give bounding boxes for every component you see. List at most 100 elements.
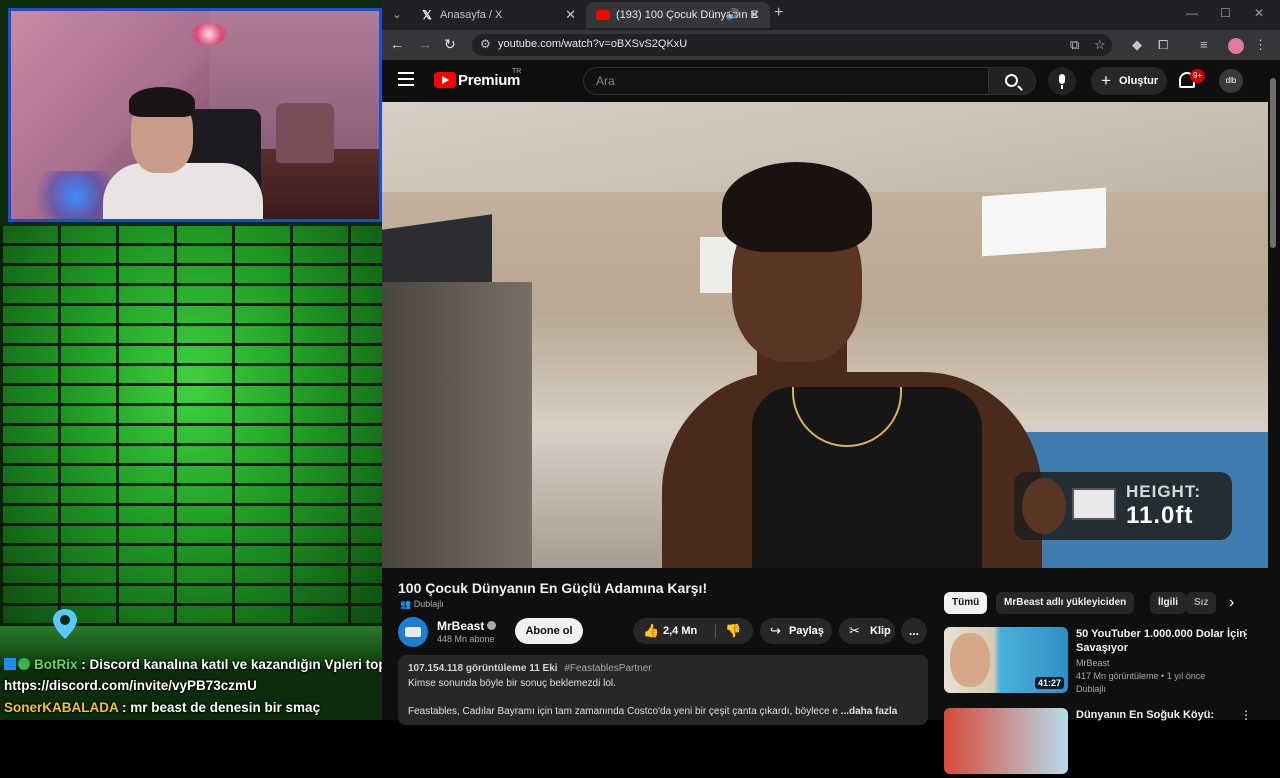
video-thumbnail[interactable]: 41:27 (944, 627, 1068, 693)
chip-related[interactable]: İlgili (1150, 592, 1186, 614)
divider (715, 624, 716, 638)
plus-icon: + (1101, 71, 1111, 90)
description-line: Feastables, Cadılar Bayramı için tam zam… (408, 706, 897, 717)
extensions-puzzle-icon[interactable]: ⧠ (1158, 37, 1168, 53)
voice-search-icon[interactable] (1048, 67, 1076, 95)
share-button[interactable]: ↪ Paylaş (760, 618, 832, 644)
thumbs-down-icon[interactable]: 👎 (725, 618, 741, 644)
chip-from-uploader[interactable]: MrBeast adlı yükleyiciden (996, 592, 1135, 614)
dubbed-text: Dublajlı (413, 599, 444, 609)
height-overlay: HEIGHT: 11.0ft (1014, 472, 1232, 540)
overlay-face (1022, 478, 1066, 534)
url-text[interactable]: youtube.com/watch?v=oBXSvS2QKxU (498, 38, 687, 50)
share-icon: ↪ (770, 623, 781, 638)
reload-icon[interactable]: ↻ (444, 36, 456, 53)
hashtag-link[interactable]: #FeastablesPartner (564, 663, 651, 674)
install-app-icon[interactable]: ⧉ (1070, 37, 1079, 53)
streamer (103, 87, 263, 219)
tab-bar: ⌄ 𝕏 Anasayfa / X ✕ (193) 100 Çocuk Dünya… (382, 0, 1280, 30)
subscribe-button[interactable]: Abone ol (515, 618, 583, 644)
like-button[interactable]: 👍 2,4 Mn 👎 (633, 618, 753, 644)
scrollbar-thumb[interactable] (1270, 78, 1276, 248)
webcam-armchair (276, 103, 334, 163)
description-meta: 107.154.118 görüntüleme 11 Eki #Feastabl… (408, 663, 652, 674)
speaker-icon[interactable]: 🔊 (726, 2, 740, 28)
video-player[interactable]: HEIGHT: 11.0ft (382, 102, 1268, 568)
chat-username: BotRix (34, 657, 78, 672)
search-icon (1005, 74, 1018, 87)
browser-menu-icon[interactable]: ⋮ (1254, 37, 1267, 53)
close-tab-icon[interactable]: ✕ (749, 2, 760, 28)
chat-text: : Discord kanalına katıl ve kazandığın V… (81, 657, 382, 672)
more-actions-button[interactable]: ... (901, 618, 927, 644)
search-input[interactable] (596, 73, 966, 89)
athlete-hair (722, 162, 872, 252)
recommended-video[interactable]: Dünyanın En Soğuk Köyü: ⋮ (944, 708, 1260, 778)
scissors-icon: ✂ (849, 623, 860, 638)
profile-avatar[interactable] (1228, 38, 1244, 54)
more-options-icon[interactable]: ⋮ (1240, 627, 1252, 641)
youtube-logo-icon[interactable] (434, 72, 456, 88)
maximize-icon[interactable]: ☐ (1220, 6, 1231, 20)
chevron-right-icon[interactable]: › (1229, 594, 1234, 612)
close-tab-icon[interactable]: ✕ (565, 2, 576, 28)
chip-all[interactable]: Tümü (944, 592, 988, 614)
video-thumbnail[interactable] (944, 708, 1068, 774)
webcam-feed (8, 8, 382, 222)
channel-avatar[interactable] (398, 617, 428, 647)
green-brick-background (0, 226, 382, 626)
video-duration: 41:27 (1034, 677, 1064, 689)
recommended-video[interactable]: 41:27 50 YouTuber 1.000.000 Dolar İçin S… (944, 627, 1260, 697)
extension-diamond-icon[interactable]: ◆ (1132, 37, 1142, 53)
new-tab-icon[interactable]: + (774, 4, 783, 22)
rec-title[interactable]: 50 YouTuber 1.000.000 Dolar İçin Savaşıy… (1076, 627, 1246, 655)
notification-count: 9+ (1190, 69, 1206, 83)
show-more-link[interactable]: ...daha fazla (841, 706, 898, 717)
minimize-icon[interactable]: — (1186, 6, 1198, 20)
description-box[interactable]: 107.154.118 görüntüleme 11 Eki #Feastabl… (398, 655, 928, 725)
rec-channel[interactable]: MrBeast (1076, 658, 1110, 668)
omnibox[interactable]: ⚙ youtube.com/watch?v=oBXSvS2QKxU (472, 34, 1112, 56)
like-count: 2,4 Mn (663, 625, 698, 637)
menu-icon[interactable] (398, 72, 414, 86)
bookmark-star-icon[interactable]: ☆ (1094, 37, 1106, 53)
forward-icon[interactable]: → (418, 36, 432, 52)
tab-youtube[interactable]: (193) 100 Çocuk Dünyanın E 🔊 ✕ (586, 2, 770, 28)
media-control-icon[interactable]: ≡ (1200, 37, 1208, 52)
thumbnail-face (950, 633, 990, 687)
browser-window: ⌄ 𝕏 Anasayfa / X ✕ (193) 100 Çocuk Dünya… (382, 0, 1280, 774)
webcam-lamp (191, 23, 227, 45)
close-window-icon[interactable]: ✕ (1254, 6, 1264, 20)
clip-button[interactable]: ✂ Klip (839, 618, 895, 644)
tab-search-icon[interactable]: ⌄ (388, 6, 406, 24)
search-button[interactable] (988, 67, 1036, 95)
search-box[interactable] (583, 67, 989, 95)
thumbs-up-icon: 👍 (643, 623, 660, 638)
clip-label: Klip (870, 625, 891, 637)
video-title: 100 Çocuk Dünyanın En Güçlü Adamına Karş… (398, 580, 708, 596)
channel-name[interactable]: MrBeast (437, 619, 497, 633)
streamer-hair (129, 87, 195, 117)
upload-date: 11 Eki (529, 663, 558, 674)
address-bar: ← → ↻ ⚙ youtube.com/watch?v=oBXSvS2QKxU … (382, 30, 1280, 60)
chat-username: SonerKABALADA (4, 700, 119, 715)
athlete (652, 162, 1072, 568)
gym-wall (382, 282, 532, 568)
tab-label: Anasayfa / X (440, 9, 503, 21)
description-text: Feastables, Cadılar Bayramı için tam zam… (408, 706, 838, 717)
chat-message: BotRix : Discord kanalına katıl ve kazan… (4, 657, 382, 672)
create-button[interactable]: + Oluştur (1091, 67, 1167, 95)
channel-name-text[interactable]: MrBeast (437, 619, 484, 633)
site-info-icon[interactable]: ⚙ (480, 37, 491, 51)
chip-for-you[interactable]: Sız (1186, 592, 1216, 614)
tab-x[interactable]: 𝕏 Anasayfa / X ✕ (410, 2, 586, 28)
filter-chips: Tümü MrBeast adlı yükleyiciden İlgili Sı… (944, 592, 1244, 614)
share-label: Paylaş (789, 625, 824, 637)
basketball-hoop-icon (1072, 488, 1116, 520)
view-count: 107.154.118 görüntüleme (408, 663, 527, 674)
account-avatar[interactable]: dlb (1219, 69, 1243, 93)
brand-name[interactable]: Premium (458, 72, 520, 89)
verified-badge-icon (18, 658, 30, 670)
chat-box: BotRix : Discord kanalına katıl ve kazan… (0, 652, 382, 720)
back-icon[interactable]: ← (390, 36, 404, 52)
